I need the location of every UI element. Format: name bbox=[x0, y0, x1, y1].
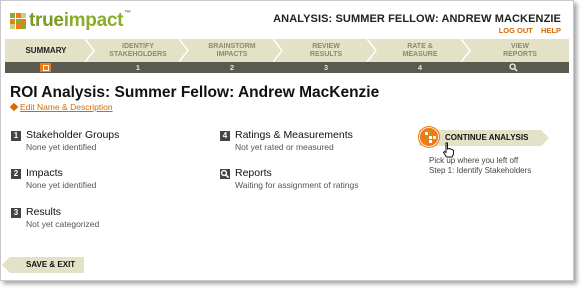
item-status: None yet identified bbox=[26, 180, 97, 190]
step-number-bar: 1 2 3 4 bbox=[5, 62, 569, 73]
step-4-label-line1: RATE & bbox=[407, 42, 433, 50]
logout-link[interactable]: LOG OUT bbox=[499, 26, 533, 35]
item-number-badge: 3 bbox=[11, 208, 21, 218]
step-number-4: 4 bbox=[417, 63, 423, 72]
logo-text: trueimpact™ bbox=[29, 10, 131, 32]
page-title: ROI Analysis: Summer Fellow: Andrew MacK… bbox=[10, 84, 380, 101]
help-link[interactable]: HELP bbox=[541, 26, 561, 35]
step-brainstorm-impacts[interactable]: BRAINSTORM IMPACTS bbox=[189, 39, 275, 62]
step-summary-label: SUMMARY bbox=[25, 45, 67, 55]
step-3-label-line2: RESULTS bbox=[309, 50, 343, 58]
edit-link-label: Edit Name & Description bbox=[20, 102, 113, 112]
arrow-back-tip-icon bbox=[2, 257, 10, 273]
step-4-label-line2: MEASURE bbox=[402, 50, 438, 58]
item-title: Reports bbox=[235, 167, 272, 179]
step-number-2: 2 bbox=[229, 63, 235, 72]
item-status: Waiting for assignment of ratings bbox=[235, 180, 359, 190]
item-title: Stakeholder Groups bbox=[26, 129, 120, 141]
step-view-reports[interactable]: VIEW REPORTS bbox=[471, 39, 569, 62]
save-and-exit-button[interactable]: SAVE & EXIT bbox=[2, 257, 84, 273]
logo-text-impact: impact bbox=[63, 10, 124, 31]
analysis-header-title: ANALYSIS: SUMMER FELLOW: ANDREW MACKENZI… bbox=[273, 13, 561, 25]
item-status: Not yet categorized bbox=[26, 219, 100, 229]
continue-analysis-button[interactable]: CONTINUE ANALYSIS bbox=[418, 126, 549, 148]
step-review-results[interactable]: REVIEW RESULTS bbox=[283, 39, 369, 62]
trademark-symbol: ™ bbox=[124, 10, 131, 17]
step-5-label-line2: REPORTS bbox=[503, 50, 537, 58]
reports-search-icon bbox=[220, 169, 230, 179]
step-5-label-line1: VIEW bbox=[511, 42, 529, 50]
step-3-label-line1: REVIEW bbox=[312, 42, 340, 50]
true-impact-logo[interactable]: trueimpact™ bbox=[10, 10, 131, 32]
save-exit-label: SAVE & EXIT bbox=[26, 260, 76, 269]
edit-name-description-link[interactable]: Edit Name & Description bbox=[9, 102, 113, 112]
step-separator-icon bbox=[461, 39, 471, 62]
logo-text-true: true bbox=[29, 10, 64, 31]
continue-hint-line1: Pick up where you left off bbox=[429, 156, 519, 165]
step-summary[interactable]: SUMMARY bbox=[5, 39, 87, 62]
continue-hint-line2: Step 1: Identify Stakeholders bbox=[429, 166, 532, 175]
step-number-1: 1 bbox=[135, 63, 141, 72]
item-status: None yet identified bbox=[26, 142, 97, 152]
step-separator-icon bbox=[273, 39, 283, 62]
step-separator-icon bbox=[367, 39, 377, 62]
continue-icon bbox=[418, 126, 440, 148]
step-2-label-line1: BRAINSTORM bbox=[208, 42, 256, 50]
logo-mark-icon bbox=[10, 13, 26, 29]
item-title: Ratings & Measurements bbox=[235, 129, 353, 141]
step-1-label-line2: STAKEHOLDERS bbox=[109, 50, 167, 58]
step-1-label-line1: IDENTIFY bbox=[122, 42, 154, 50]
step-navigation: SUMMARY IDENTIFY STAKEHOLDERS BRAINSTORM I… bbox=[5, 39, 569, 62]
search-icon bbox=[509, 63, 518, 72]
current-step-marker-icon bbox=[40, 63, 51, 72]
app-window: trueimpact™ ANALYSIS: SUMMER FELLOW: AND… bbox=[0, 0, 574, 281]
item-number-badge: 2 bbox=[11, 169, 21, 179]
arrow-tip-icon bbox=[541, 130, 549, 146]
item-number-badge: 1 bbox=[11, 131, 21, 141]
step-2-label-line2: IMPACTS bbox=[216, 50, 248, 58]
step-number-3: 3 bbox=[323, 63, 329, 72]
header-links: LOG OUT HELP bbox=[493, 26, 561, 35]
continue-analysis-label: CONTINUE ANALYSIS bbox=[445, 133, 529, 142]
edit-pencil-icon bbox=[9, 102, 19, 112]
step-rate-measure[interactable]: RATE & MEASURE bbox=[377, 39, 463, 62]
step-separator-icon bbox=[85, 39, 95, 62]
item-status: Not yet rated or measured bbox=[235, 142, 334, 152]
item-title: Results bbox=[26, 206, 62, 218]
step-identify-stakeholders[interactable]: IDENTIFY STAKEHOLDERS bbox=[95, 39, 181, 62]
item-title: Impacts bbox=[26, 167, 63, 179]
item-number-badge: 4 bbox=[220, 131, 230, 141]
continue-analysis-description: Pick up where you left off Step 1: Ident… bbox=[429, 156, 531, 176]
step-separator-icon bbox=[179, 39, 189, 62]
